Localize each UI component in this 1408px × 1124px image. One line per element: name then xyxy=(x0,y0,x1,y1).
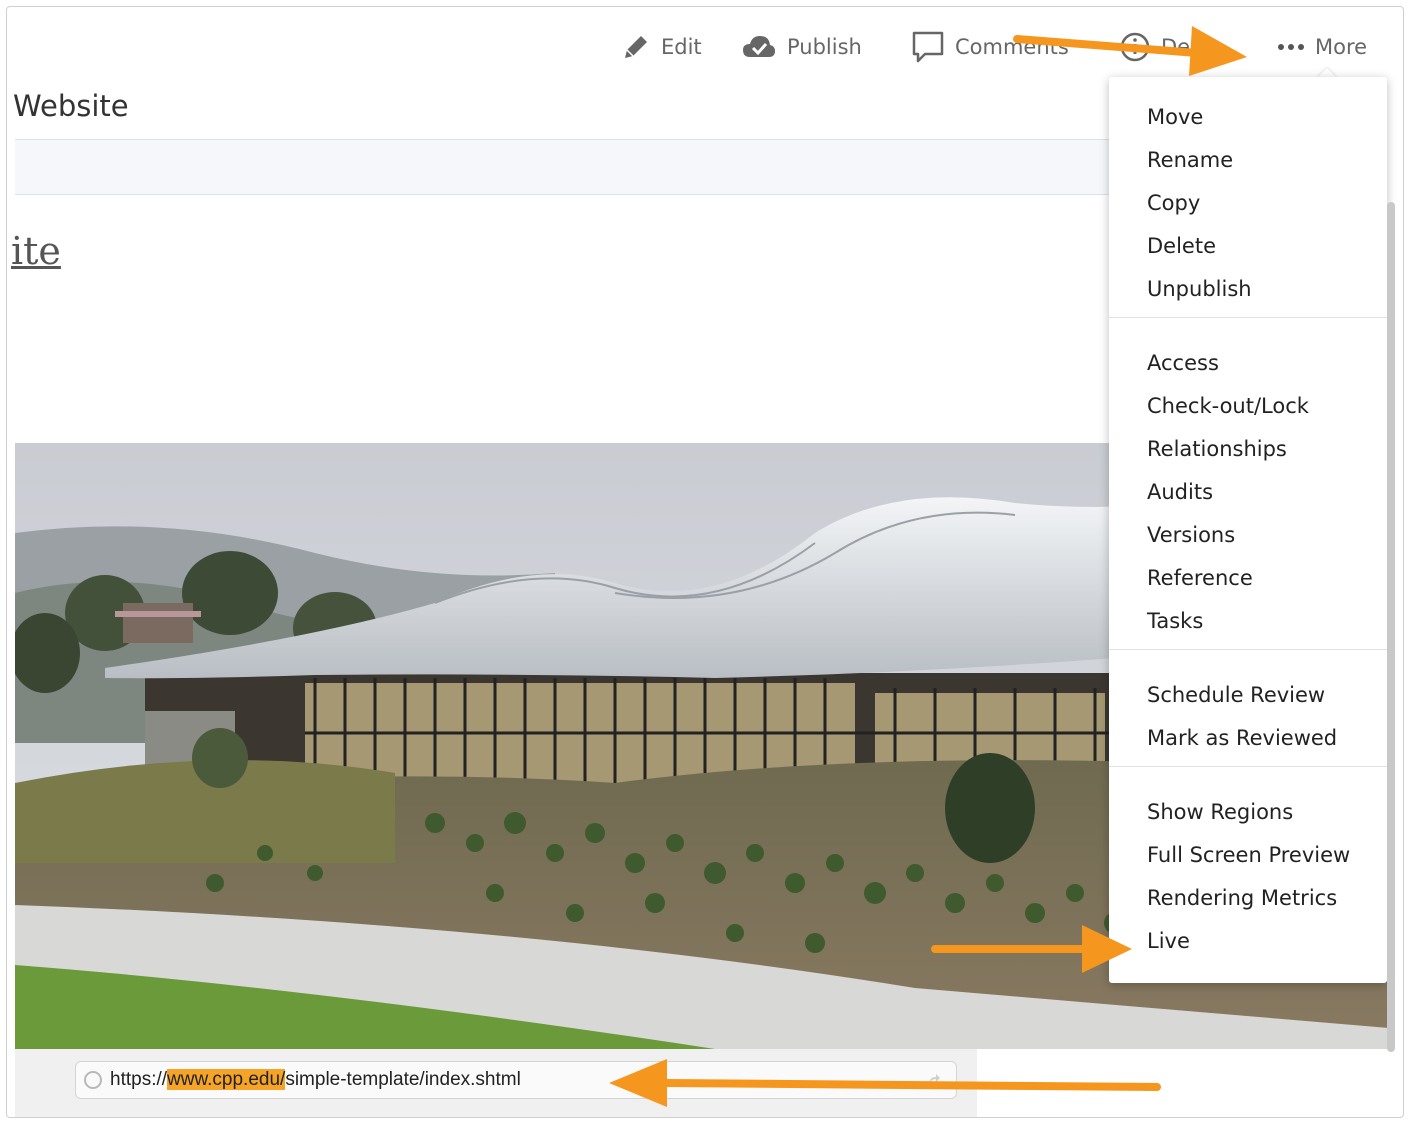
loading-icon xyxy=(84,1071,102,1089)
more-button[interactable]: More xyxy=(1277,32,1367,62)
browser-frame: Edit Publish Comments De More Website it… xyxy=(6,6,1404,1118)
menu-item-rename[interactable]: Rename xyxy=(1147,148,1233,172)
menu-item-delete[interactable]: Delete xyxy=(1147,234,1216,258)
share-icon[interactable] xyxy=(926,1071,942,1091)
url-path: simple-template/index.shtml xyxy=(285,1069,521,1090)
menu-item-reference[interactable]: Reference xyxy=(1147,566,1253,590)
content-band xyxy=(15,140,1115,195)
pencil-icon xyxy=(621,32,651,62)
menu-item-versions[interactable]: Versions xyxy=(1147,523,1235,547)
details-button[interactable]: De xyxy=(1119,32,1190,62)
site-heading-link[interactable]: ite xyxy=(11,229,61,273)
ellipsis-icon xyxy=(1277,42,1305,52)
more-dropdown-menu: Move Rename Copy Delete Unpublish Access Check… xyxy=(1109,77,1387,983)
comments-button[interactable]: Comments xyxy=(911,30,1069,64)
menu-item-live[interactable]: Live xyxy=(1147,929,1190,953)
address-bar[interactable]: https://www.cpp.edu/simple-template/inde… xyxy=(75,1061,957,1099)
menu-item-mark-as-reviewed[interactable]: Mark as Reviewed xyxy=(1147,726,1337,750)
publish-label: Publish xyxy=(787,35,862,59)
edit-button[interactable]: Edit xyxy=(621,32,702,62)
menu-item-copy[interactable]: Copy xyxy=(1147,191,1200,215)
page-title: Website xyxy=(13,89,129,123)
details-label: De xyxy=(1161,35,1191,59)
cloud-check-icon xyxy=(741,32,777,62)
info-icon xyxy=(1119,31,1151,63)
browser-url-area: https://www.cpp.edu/simple-template/inde… xyxy=(15,1049,977,1117)
comments-label: Comments xyxy=(955,35,1069,59)
menu-item-relationships[interactable]: Relationships xyxy=(1147,437,1287,461)
menu-separator xyxy=(1109,649,1387,650)
menu-item-move[interactable]: Move xyxy=(1147,105,1203,129)
more-label: More xyxy=(1315,35,1368,59)
edit-label: Edit xyxy=(661,35,702,59)
menu-item-access[interactable]: Access xyxy=(1147,351,1219,375)
menu-item-show-regions[interactable]: Show Regions xyxy=(1147,800,1293,824)
menu-item-schedule-review[interactable]: Schedule Review xyxy=(1147,683,1325,707)
menu-item-tasks[interactable]: Tasks xyxy=(1147,609,1203,633)
menu-item-full-screen-preview[interactable]: Full Screen Preview xyxy=(1147,843,1350,867)
page-toolbar: Edit Publish Comments De More xyxy=(7,7,1403,87)
scrollbar[interactable] xyxy=(1387,202,1395,1052)
menu-item-unpublish[interactable]: Unpublish xyxy=(1147,277,1252,301)
menu-separator xyxy=(1109,766,1387,767)
url-domain-highlight: www.cpp.edu/ xyxy=(167,1069,286,1090)
menu-item-rendering-metrics[interactable]: Rendering Metrics xyxy=(1147,886,1337,910)
menu-separator xyxy=(1109,317,1387,318)
menu-item-audits[interactable]: Audits xyxy=(1147,480,1213,504)
url-prefix: https:// xyxy=(110,1069,168,1090)
url-text: https://www.cpp.edu/simple-template/inde… xyxy=(110,1069,521,1091)
menu-item-check-out-lock[interactable]: Check-out/Lock xyxy=(1147,394,1309,418)
publish-button[interactable]: Publish xyxy=(741,32,862,62)
comment-icon xyxy=(911,30,945,64)
